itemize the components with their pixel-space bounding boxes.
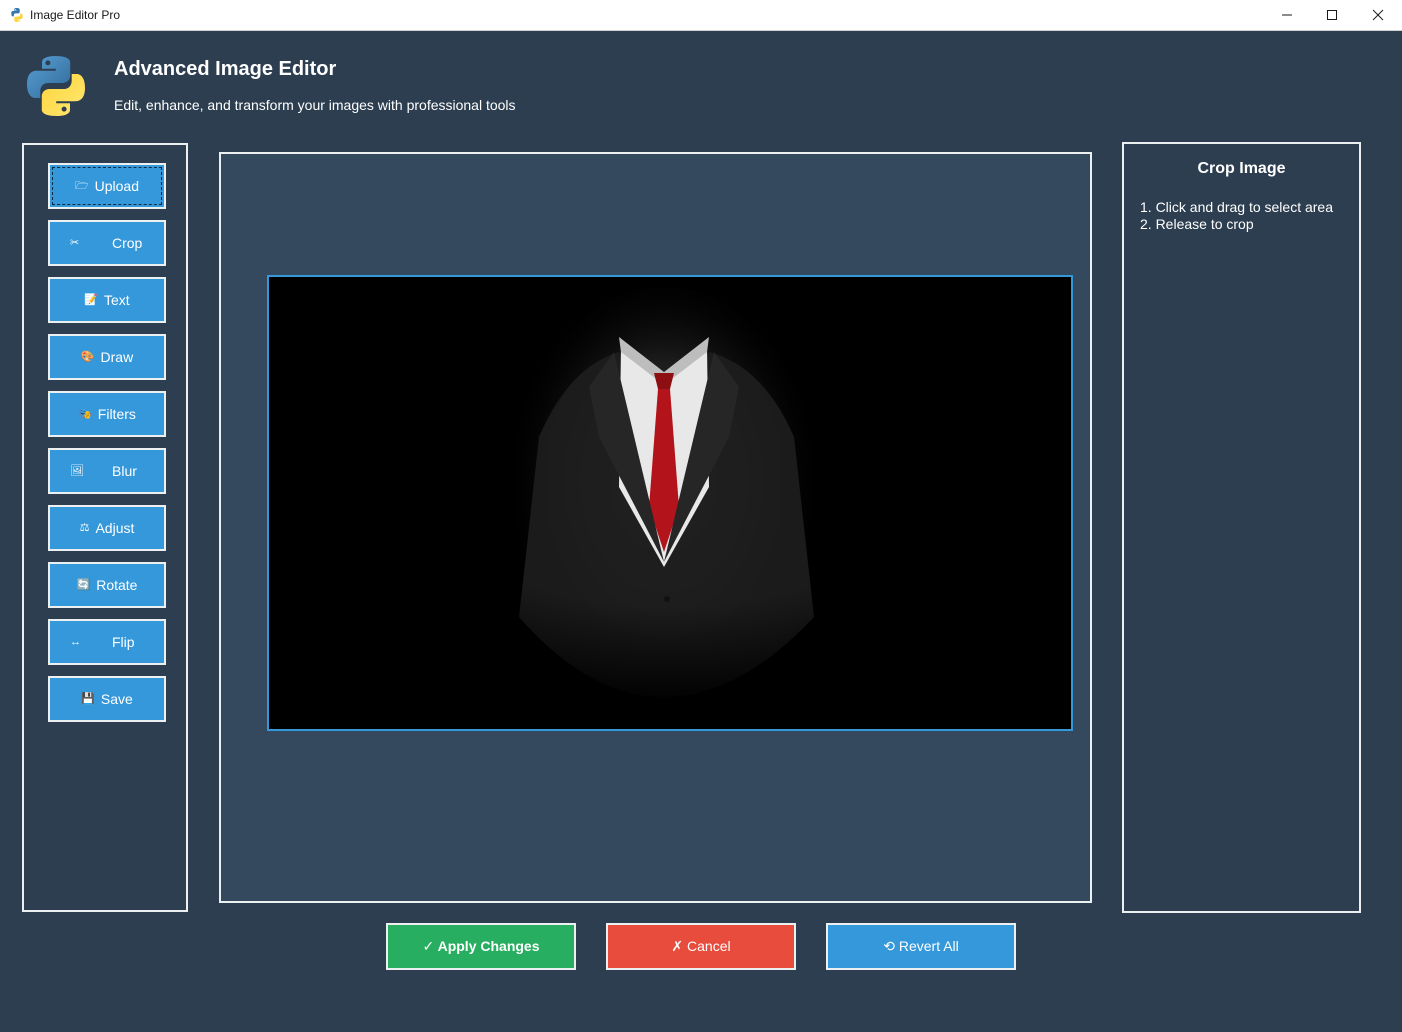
draw-label: Draw (100, 349, 134, 365)
draw-button[interactable]: 🎨 Draw (48, 334, 166, 380)
filters-button[interactable]: 🎭 Filters (48, 391, 166, 437)
image-preview[interactable] (267, 275, 1073, 731)
info-panel: Crop Image 1. Click and drag to select a… (1122, 142, 1361, 913)
rotate-label: Rotate (96, 577, 138, 593)
info-step: 1. Click and drag to select area (1140, 199, 1333, 215)
flip-label: Flip (112, 634, 135, 650)
close-button[interactable] (1355, 0, 1401, 30)
flip-button[interactable]: ↔ Flip (48, 619, 166, 665)
window-title: Image Editor Pro (30, 8, 121, 22)
revert-all-button[interactable]: ⟲ Revert All (826, 923, 1016, 970)
floppy-disk-icon: 💾 (81, 692, 95, 705)
folder-icon: 🗁 (74, 179, 89, 192)
rotate-icon: 🔄 (76, 578, 91, 591)
minimize-button[interactable] (1264, 0, 1310, 30)
close-icon (1372, 9, 1384, 21)
tools-panel: 🗁 Upload ✂ Crop 📝 Text 🎨 Draw 🎭 Filters … (22, 143, 188, 912)
maximize-button[interactable] (1309, 0, 1355, 30)
python-app-icon (11, 8, 23, 22)
save-button[interactable]: 💾 Save (48, 676, 166, 722)
text-button[interactable]: 📝 Text (48, 277, 166, 323)
crop-button[interactable]: ✂ Crop (48, 220, 166, 266)
app-subtitle: Edit, enhance, and transform your images… (114, 97, 516, 113)
upload-button[interactable]: 🗁 Upload (48, 163, 166, 209)
info-step: 2. Release to crop (1140, 216, 1254, 232)
blur-label: Blur (112, 463, 137, 479)
cancel-button[interactable]: ✗ Cancel (606, 923, 796, 970)
suit-figure-image (269, 277, 1071, 729)
info-title: Crop Image (1197, 160, 1286, 177)
apply-changes-button[interactable]: ✓ Apply Changes (386, 923, 576, 970)
scale-icon: ⚖ (79, 521, 90, 534)
rotate-button[interactable]: 🔄 Rotate (48, 562, 166, 608)
python-logo-icon (27, 56, 85, 116)
text-label: Text (104, 292, 130, 308)
palette-icon: 🎨 (80, 350, 95, 363)
editing-canvas[interactable] (219, 152, 1092, 903)
masks-icon: 🎭 (78, 407, 92, 420)
upload-label: Upload (94, 178, 139, 194)
app-heading: Advanced Image Editor (114, 58, 337, 80)
picture-icon: 🖼 (70, 464, 84, 477)
window-titlebar: Image Editor Pro (0, 0, 1402, 31)
blur-button[interactable]: 🖼 Blur (48, 448, 166, 494)
adjust-label: Adjust (95, 520, 135, 536)
filters-label: Filters (97, 406, 136, 422)
adjust-button[interactable]: ⚖ Adjust (48, 505, 166, 551)
memo-icon: 📝 (84, 293, 98, 306)
scissors-icon: ✂ (70, 236, 80, 249)
save-label: Save (100, 691, 133, 707)
info-steps: 1. Click and drag to select area 2. Rele… (1140, 199, 1333, 233)
minimize-icon (1282, 14, 1292, 16)
crop-label: Crop (112, 235, 143, 251)
maximize-icon (1327, 10, 1337, 20)
left-right-arrow-icon: ↔ (70, 635, 81, 648)
